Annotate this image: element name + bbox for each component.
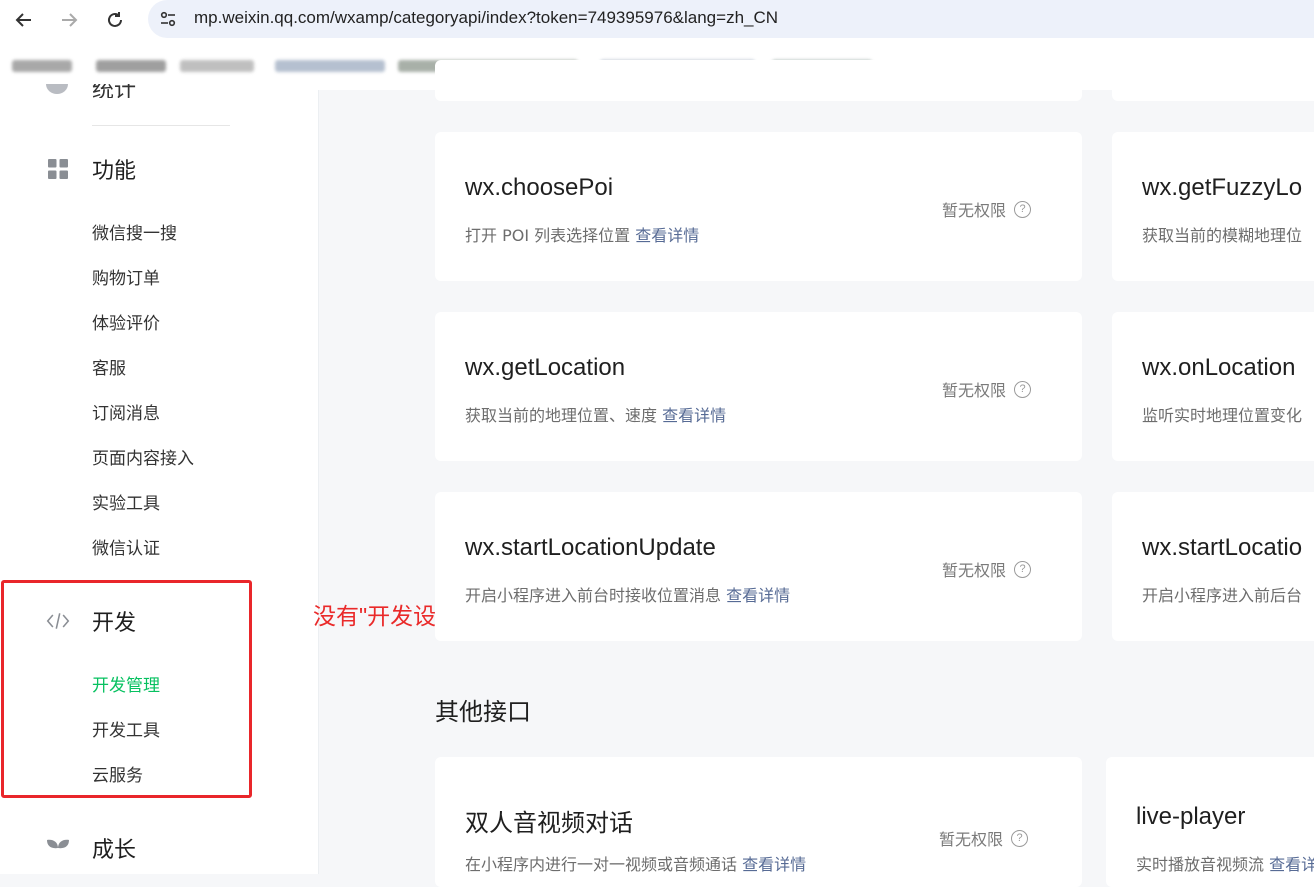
view-details-link[interactable]: 查看详情 [726,586,790,605]
forward-arrow-icon[interactable] [55,6,83,34]
api-card [1112,60,1314,101]
sidebar-group-title: 成长 [92,838,137,863]
bookmark-item[interactable] [275,60,385,72]
permission-status: 暂无权限? [942,377,1032,401]
api-title: live-player [1136,803,1246,830]
permission-status: 暂无权限? [942,557,1032,581]
api-card: live-player 实时播放音视频流 查看详情 [1106,757,1314,887]
api-title: wx.onLocation [1142,354,1296,381]
api-card: wx.startLocationUpdate 开启小程序进入前台时接收位置消息 … [435,492,1082,641]
api-card: wx.onLocation 监听实时地理位置变化 [1112,312,1314,461]
view-details-link[interactable]: 查看详情 [1269,855,1314,874]
view-details-link[interactable]: 查看详情 [742,855,806,874]
sidebar-item-weixin-verification[interactable]: 微信认证 [92,534,160,559]
sidebar-group-stats[interactable]: 统计 [46,84,246,98]
api-title: wx.getLocation [465,354,626,381]
api-description: 实时播放音视频流 查看详情 [1136,851,1314,875]
api-title: wx.startLocatio [1142,534,1303,561]
bookmark-item[interactable] [96,60,166,72]
api-card [435,60,1082,101]
api-description: 监听实时地理位置变化 [1142,406,1303,425]
bookmark-item[interactable] [180,60,254,72]
address-bar[interactable]: mp.weixin.qq.com/wxamp/categoryapi/index… [148,0,1314,38]
api-title: wx.startLocationUpdate [465,534,716,561]
url-text[interactable]: mp.weixin.qq.com/wxamp/categoryapi/index… [194,8,778,28]
browser-toolbar: mp.weixin.qq.com/wxamp/categoryapi/index… [0,0,1314,40]
permission-status: 暂无权限? [939,826,1029,850]
sidebar-group-features[interactable]: 功能 [46,154,136,184]
sidebar-item-experiment-tools[interactable]: 实验工具 [92,489,160,514]
api-title: wx.choosePoi [465,174,614,201]
sidebar-item-page-content[interactable]: 页面内容接入 [92,444,194,469]
api-description: 开启小程序进入前台时接收位置消息 查看详情 [465,586,791,605]
view-details-link[interactable]: 查看详情 [635,226,699,245]
api-card: wx.startLocatio 开启小程序进入前后台 [1112,492,1314,641]
api-card: wx.getFuzzyLo 获取当前的模糊地理位 [1112,132,1314,281]
sidebar-group-growth[interactable]: 成长 [46,833,136,863]
sprout-icon [46,836,70,860]
sidebar-group-title: 功能 [92,159,137,184]
api-description: 获取当前的地理位置、速度 查看详情 [465,406,727,425]
sidebar-item-experience-review[interactable]: 体验评价 [92,309,160,334]
section-title-other-apis: 其他接口 [435,698,531,726]
help-icon[interactable]: ? [1014,380,1032,398]
highlight-box [1,580,252,798]
sidebar-item-weixin-search[interactable]: 微信搜一搜 [92,219,177,244]
api-description: 打开 POI 列表选择位置 查看详情 [465,226,700,245]
api-description: 在小程序内进行一对一视频或音频通话 查看详情 [465,855,807,874]
sidebar-group-title: 统计 [92,84,137,98]
help-icon[interactable]: ? [1011,829,1029,847]
view-details-link[interactable]: 查看详情 [662,406,726,425]
stats-icon [46,84,68,94]
sidebar-item-subscription-messages[interactable]: 订阅消息 [92,399,160,424]
sidebar-item-customer-service[interactable]: 客服 [92,354,126,379]
api-title: 双人音视频对话 [465,810,633,837]
api-card: 双人音视频对话 在小程序内进行一对一视频或音频通话 查看详情 暂无权限? [435,757,1082,887]
api-card: wx.getLocation 获取当前的地理位置、速度 查看详情 暂无权限? [435,312,1082,461]
reload-icon[interactable] [101,6,129,34]
help-icon[interactable]: ? [1014,560,1032,578]
help-icon[interactable]: ? [1014,200,1032,218]
api-description: 开启小程序进入前后台 [1142,586,1303,605]
back-arrow-icon[interactable] [10,6,38,34]
api-title: wx.getFuzzyLo [1142,174,1303,201]
grid-icon [46,157,70,181]
sidebar-item-shopping-orders[interactable]: 购物订单 [92,264,160,289]
site-settings-icon[interactable] [158,9,178,29]
bookmark-item[interactable] [12,60,72,72]
api-description: 获取当前的模糊地理位 [1142,226,1303,245]
api-card: wx.choosePoi 打开 POI 列表选择位置 查看详情 暂无权限? [435,132,1082,281]
permission-status: 暂无权限? [942,197,1032,221]
divider [92,125,230,126]
